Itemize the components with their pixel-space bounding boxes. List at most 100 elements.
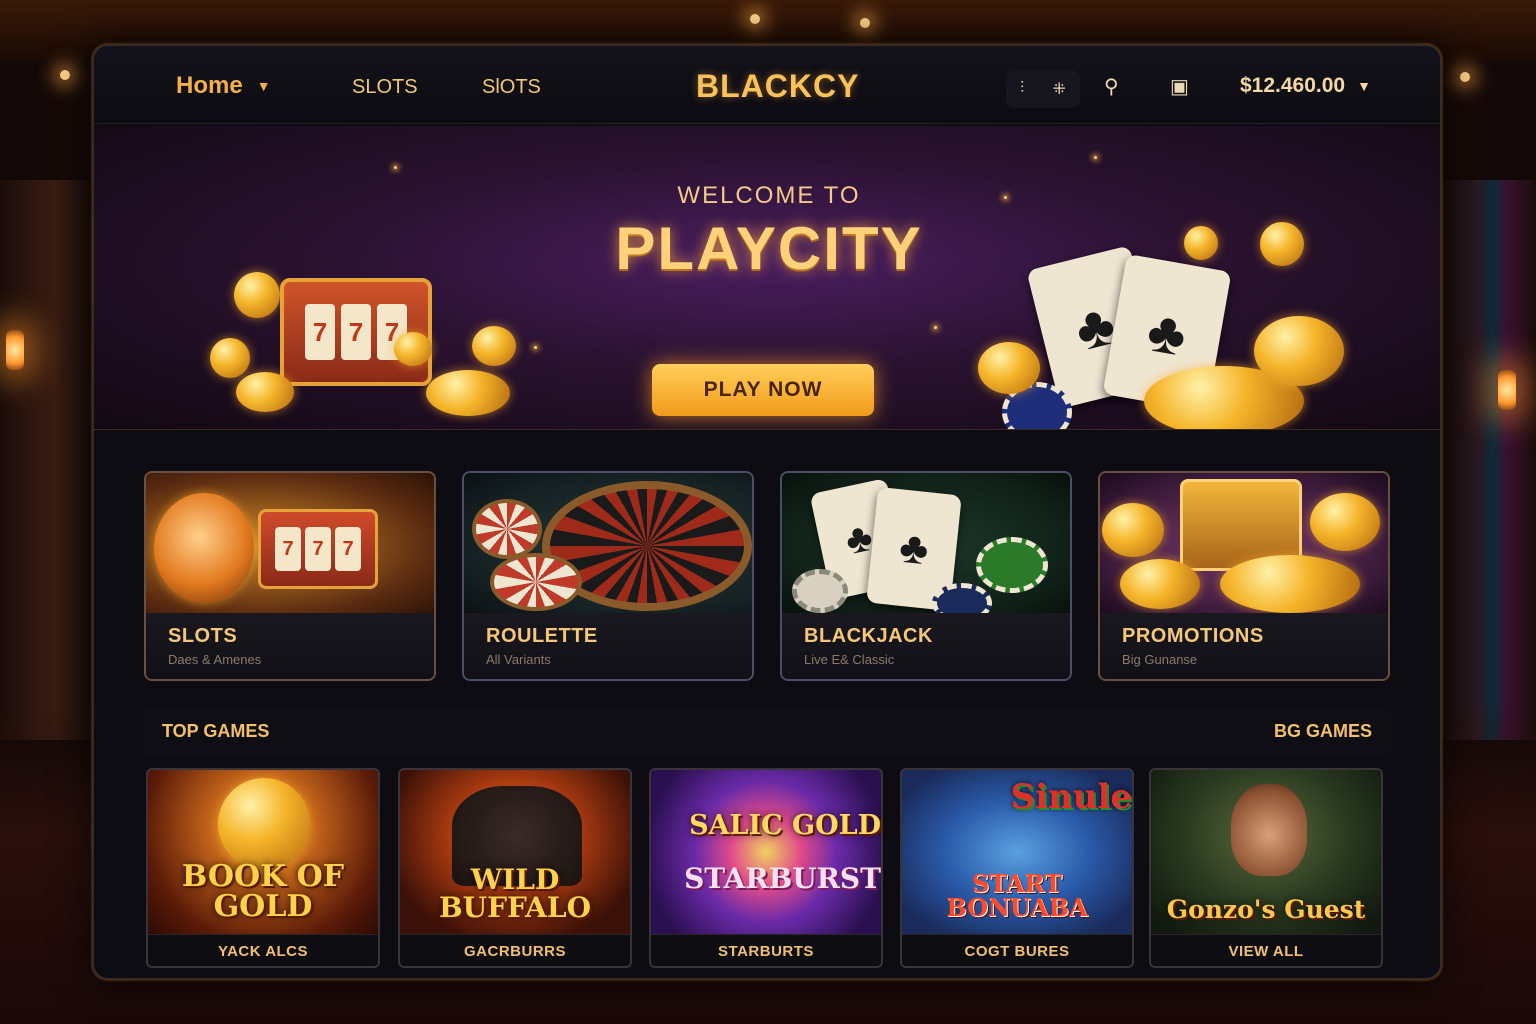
gold-coin (1254, 316, 1344, 386)
roulette-wheel-small (472, 499, 542, 559)
poker-chip (792, 569, 848, 613)
ceiling-light (1460, 72, 1470, 82)
category-info: BLACKJACK Live E& Classic (782, 613, 1070, 679)
top-nav-bar: Home ▼ SLOTS SlOTS BLACKCY ⫶ ⁜ ⚲ ▣ $12.4… (94, 46, 1440, 124)
category-title: PROMOTIONS (1122, 625, 1264, 647)
grip-icon[interactable]: ⫶ (1020, 80, 1024, 98)
poker-chip (976, 537, 1048, 593)
game-art-title: Gonzo's Guest (1166, 895, 1366, 924)
game-label: STARBURTS (651, 934, 881, 966)
gold-coin (394, 332, 432, 366)
category-subtitle: Live E& Classic (804, 652, 895, 667)
game-art-title: STARBURST (684, 861, 881, 895)
category-subtitle: Daes & Amenes (168, 652, 262, 667)
hero-welcome: WELCOME TO (677, 182, 861, 209)
ceiling-light (750, 14, 760, 24)
category-title: SLOTS (168, 625, 238, 647)
game-art-title-top: SALIC GOLD (689, 809, 881, 841)
balance-value: $12.460.00 (1240, 74, 1346, 97)
category-title: BLACKJACK (804, 625, 933, 647)
category-info: SLOTS Daes & Amenes (146, 613, 434, 679)
chevron-down-icon: ▼ (256, 78, 271, 94)
game-label: YACK ALCS (148, 934, 378, 966)
right-wall (1440, 180, 1536, 740)
sparkle (934, 326, 937, 329)
category-card-promotions[interactable]: PROMOTIONS Big Gunanse (1098, 471, 1390, 681)
game-art: Sinule START BONUABA (902, 770, 1132, 934)
gold-coin (210, 338, 250, 378)
game-label: VIEW ALL (1151, 934, 1381, 966)
nav-slots-2[interactable]: SlOTS (482, 76, 541, 99)
game-art: SALIC GOLD STARBURST (651, 770, 881, 934)
left-wall (0, 180, 92, 740)
category-art: 7 7 7 (146, 473, 434, 617)
category-info: ROULETTE All Variants (464, 613, 752, 679)
ceiling-light (60, 70, 70, 80)
slot-reel: 7 (341, 304, 371, 360)
category-art (464, 473, 752, 617)
category-art (1100, 473, 1388, 617)
game-label: GACRBURRS (400, 934, 630, 966)
game-tile[interactable]: Gonzo's Guest VIEW ALL (1149, 768, 1383, 968)
balance-dropdown[interactable]: $12.460.00 ▼ (1240, 74, 1371, 98)
game-art: BOOK OF GOLD (148, 770, 378, 934)
game-tile[interactable]: BOOK OF GOLD YACK ALCS (146, 768, 380, 968)
game-art: Gonzo's Guest (1151, 770, 1381, 934)
hero-banner: 7 7 7 WELCOME TO PLAYCITY PLAY NOW ♣ ♣ (94, 126, 1440, 430)
category-card-slots[interactable]: 7 7 7 SLOTS Daes & Amenes (144, 471, 436, 681)
sparkle (1094, 156, 1097, 159)
game-art-title-top: Sinule (1010, 777, 1132, 817)
sparkle (394, 166, 397, 169)
nav-home-label: Home (176, 72, 243, 99)
top-games-header: TOP GAMES BG GAMES (142, 708, 1392, 756)
game-label: COGT BURES (902, 934, 1132, 966)
chevron-down-icon: ▼ (1357, 78, 1371, 94)
gold-coin (472, 326, 516, 366)
ceiling-light (860, 18, 870, 28)
category-art: ♣ ♣ (782, 473, 1070, 617)
gold-coin (1310, 493, 1380, 551)
slot-machine: 7 7 7 (258, 509, 378, 589)
icon-group: ⫶ ⁜ (1006, 70, 1080, 108)
slot-reel: 7 (305, 304, 335, 360)
search-icon[interactable]: ⚲ (1104, 74, 1119, 99)
lamp-left (6, 330, 24, 370)
gold-coin (236, 372, 294, 412)
casino-window: Home ▼ SLOTS SlOTS BLACKCY ⫶ ⁜ ⚲ ▣ $12.4… (92, 44, 1442, 980)
tiger-icon (154, 493, 254, 603)
explorer-portrait (1231, 784, 1307, 876)
category-card-blackjack[interactable]: ♣ ♣ BLACKJACK Live E& Classic (780, 471, 1072, 681)
gold-coin (1120, 559, 1200, 609)
gold-coin (978, 342, 1040, 394)
nav-slots[interactable]: SLOTS (352, 76, 418, 99)
lamp-right (1498, 370, 1516, 410)
wallet-icon[interactable]: ▣ (1170, 74, 1189, 99)
game-art-title: BOOK OF GOLD (181, 859, 345, 924)
category-title: ROULETTE (486, 625, 598, 647)
game-tile[interactable]: WILD BUFFALO GACRBURRS (398, 768, 632, 968)
category-card-roulette[interactable]: ROULETTE All Variants (462, 471, 754, 681)
hero-title: PLAYCITY (615, 215, 923, 282)
settings-icon[interactable]: ⁜ (1052, 79, 1065, 99)
game-art: WILD BUFFALO (400, 770, 630, 934)
category-info: PROMOTIONS Big Gunanse (1100, 613, 1388, 679)
gold-coin (1184, 226, 1218, 260)
play-now-button[interactable]: PLAY NOW (652, 364, 874, 416)
game-tile[interactable]: Sinule START BONUABA COGT BURES (900, 768, 1134, 968)
nav-home[interactable]: Home ▼ (176, 72, 271, 100)
section-title: TOP GAMES (162, 721, 270, 741)
gold-coin (1260, 222, 1304, 266)
roulette-wheel-small (490, 553, 582, 611)
game-tile[interactable]: SALIC GOLD STARBURST STARBURTS (649, 768, 883, 968)
category-subtitle: Big Gunanse (1122, 652, 1198, 667)
brand-logo[interactable]: BLACKCY (696, 68, 859, 105)
gold-coin-pile (1220, 555, 1360, 613)
poker-chip (932, 583, 992, 617)
gold-coin (1102, 503, 1164, 557)
gold-coin (426, 370, 510, 416)
game-art-title: WILD BUFFALO (438, 863, 591, 924)
sparkle (534, 346, 537, 349)
section-more-link[interactable]: BG GAMES (1274, 721, 1372, 742)
game-art-title: START BONUABA (946, 869, 1088, 922)
gold-medallion (218, 778, 310, 870)
